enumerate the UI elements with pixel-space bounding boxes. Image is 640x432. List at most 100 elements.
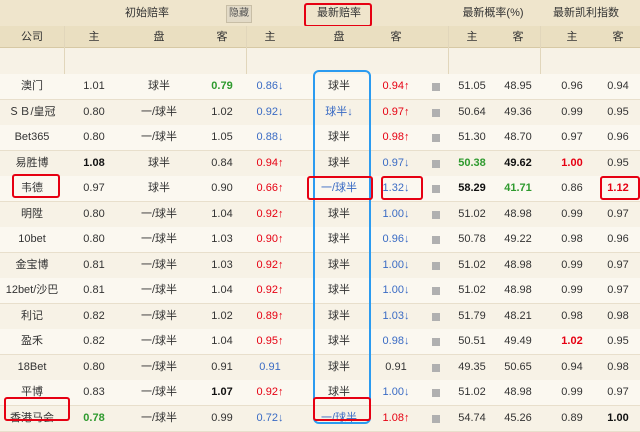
cell-company[interactable]: 10bet: [0, 227, 64, 252]
cell-company[interactable]: 盈禾: [0, 329, 64, 354]
col-kelly-away: 客: [612, 31, 624, 43]
cell-company[interactable]: 金宝博: [0, 253, 64, 278]
cell-k-away: 0.97: [607, 284, 629, 296]
cell-p-away: 49.22: [504, 233, 532, 245]
cell-k-away: 0.96: [607, 131, 629, 143]
cell-k-away: 0.97: [607, 386, 629, 398]
cell-k-away: 0.97: [607, 258, 629, 271]
cell-i-home: 0.82: [83, 335, 105, 347]
cell-company[interactable]: Bet365: [0, 125, 64, 150]
cell-k-home: 0.89: [561, 411, 583, 424]
cell-i-home: 0.97: [83, 182, 105, 194]
cell-company[interactable]: 18Bet: [0, 355, 64, 380]
cell-l-away: 1.00↓: [382, 207, 410, 220]
cell-p-away: 45.26: [504, 411, 532, 424]
cell-k-away: 0.95: [607, 105, 629, 118]
cell-l-away: 1.00↓: [382, 258, 410, 271]
cell-company[interactable]: 利记: [0, 304, 64, 329]
cell-i-line: 一/球半: [140, 131, 178, 143]
cell-p-away: 48.70: [504, 131, 532, 143]
cell-k-home: 0.94: [561, 360, 583, 373]
column-header-row: 公司 主 盘 客 主 盘 客 主 客 主 客: [0, 26, 640, 48]
cell-p-away: 48.98: [504, 386, 532, 398]
cell-i-away: 1.02: [211, 309, 233, 322]
cell-p-away: 50.65: [504, 360, 532, 373]
change-indicator: [432, 363, 440, 372]
cell-i-line: 一/球半: [140, 386, 178, 398]
cell-i-away: 1.03: [211, 233, 233, 245]
cell-company[interactable]: 明陞: [0, 202, 64, 227]
cell-l-away: 0.96↓: [382, 233, 410, 245]
cell-l-away: 1.00↓: [382, 386, 410, 398]
cell-p-away: 48.95: [504, 80, 532, 92]
weide-kelly-highlight: [600, 176, 640, 200]
cell-p-away: 49.36: [504, 105, 532, 118]
change-indicator: [432, 414, 440, 423]
cell-company[interactable]: 易胜博: [0, 151, 64, 176]
cell-i-home: 1.01: [83, 80, 105, 92]
cell-i-home: 1.08: [83, 156, 105, 169]
cell-l-home: 0.94↑: [256, 156, 284, 169]
latest-line-column-highlight: [313, 70, 371, 424]
cell-i-home: 0.80: [83, 131, 105, 143]
change-indicator: [432, 185, 440, 193]
cell-i-away: 1.03: [211, 258, 233, 271]
latest-odds-highlight: [304, 3, 372, 27]
change-indicator: [432, 108, 440, 117]
change-indicator: [432, 83, 440, 91]
cell-i-away: 0.90: [211, 182, 233, 194]
cell-p-home: 50.51: [458, 335, 486, 347]
col-prob-away: 客: [512, 31, 524, 43]
cell-k-away: 0.95: [607, 156, 629, 169]
col-latest-line: 盘: [333, 31, 345, 43]
cell-p-home: 50.78: [458, 233, 486, 245]
cell-i-home: 0.80: [83, 233, 105, 245]
cell-k-away: 0.98: [607, 309, 629, 322]
cell-p-home: 51.05: [458, 80, 486, 92]
cell-company[interactable]: 12bet/沙巴: [0, 278, 64, 303]
change-indicator: [432, 236, 440, 244]
cell-i-home: 0.80: [83, 207, 105, 220]
weide-line-highlight: [307, 176, 373, 200]
cell-i-home: 0.83: [83, 386, 105, 398]
cell-p-away: 48.98: [504, 284, 532, 296]
cell-k-home: 0.99: [561, 105, 583, 118]
col-initial-home: 主: [88, 31, 100, 43]
cell-i-line: 一/球半: [140, 258, 178, 271]
cell-p-home: 51.02: [458, 386, 486, 398]
cell-company[interactable]: 澳门: [0, 74, 64, 99]
cell-k-home: 0.97: [561, 131, 583, 143]
change-indicator: [432, 312, 440, 321]
initial-odds-caption: 初始赔率: [125, 7, 169, 19]
cell-k-home: 0.99: [561, 284, 583, 296]
kelly-index-caption: 最新凯利指数: [553, 7, 619, 19]
cell-i-away: 1.02: [211, 105, 233, 118]
col-initial-away: 客: [216, 31, 228, 43]
cell-p-home: 49.35: [458, 360, 486, 373]
cell-i-line: 一/球半: [140, 105, 178, 118]
cell-p-home: 54.74: [458, 411, 486, 424]
cell-p-away: 48.98: [504, 258, 532, 271]
hide-button[interactable]: 隐藏: [226, 5, 252, 23]
cell-l-away: 0.97↓: [382, 156, 410, 169]
col-kelly-home: 主: [566, 31, 578, 43]
cell-i-away: 1.05: [211, 131, 233, 143]
cell-p-home: 50.64: [458, 105, 486, 118]
header-group-row: 初始赔率 隐藏 最新赔率 最新概率(%) 最新凯利指数: [0, 0, 640, 27]
cell-l-away: 1.00↓: [382, 284, 410, 296]
cell-company[interactable]: ＳＢ/皇冠: [0, 100, 64, 125]
cell-p-away: 41.71: [504, 182, 532, 194]
cell-p-home: 58.29: [458, 182, 486, 194]
cell-l-home: 0.86↓: [256, 80, 284, 92]
cell-k-home: 1.00: [561, 156, 583, 169]
cell-p-home: 51.30: [458, 131, 486, 143]
cell-k-home: 0.98: [561, 233, 583, 245]
cell-l-home: 0.92↑: [256, 284, 284, 296]
col-company: 公司: [21, 31, 43, 43]
cell-i-line: 球半: [148, 80, 170, 92]
cell-i-away: 1.04: [211, 284, 233, 296]
cell-i-line: 一/球半: [140, 335, 178, 347]
cell-p-away: 48.98: [504, 207, 532, 220]
cell-i-line: 球半: [148, 182, 170, 194]
cell-k-away: 0.96: [607, 233, 629, 245]
